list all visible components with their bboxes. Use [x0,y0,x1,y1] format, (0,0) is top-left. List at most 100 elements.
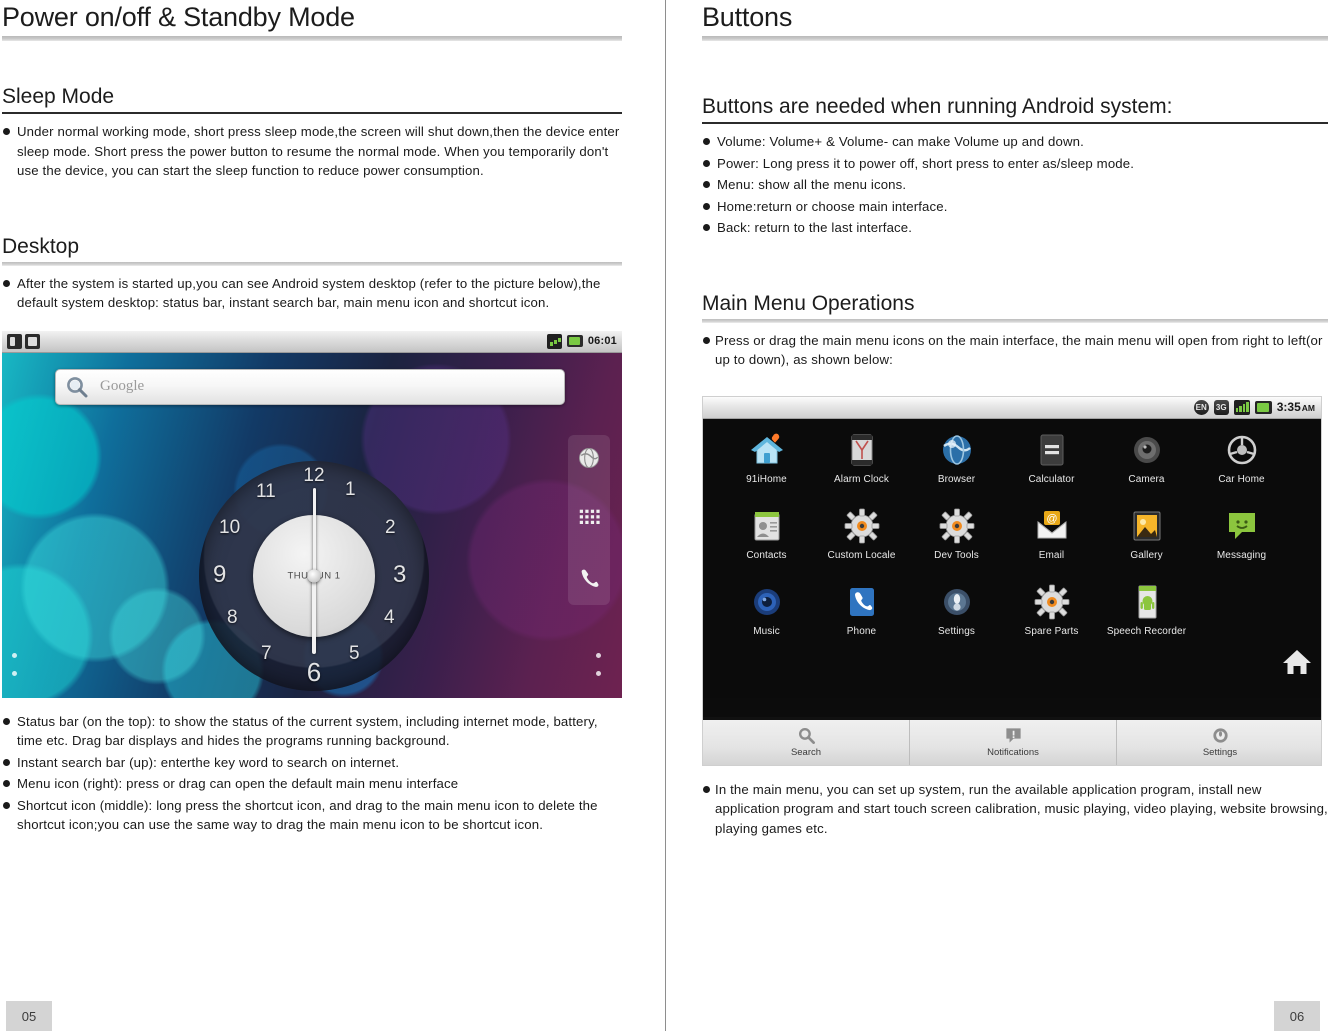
list-item: Home:return or choose main interface. [702,197,1328,217]
app-label: Music [753,625,780,637]
clock-numeral: 5 [349,642,360,664]
home-dock [568,434,610,605]
main-menu-bullet-list: Press or drag the main menu icons on the… [702,331,1328,370]
bottom-bar-label: Notifications [987,747,1039,758]
photo-icon [1127,506,1167,546]
usb-icon [7,333,22,349]
status-bar-time: 06:01 [587,335,617,347]
search-placeholder: Google [100,378,145,394]
clock-widget[interactable]: 12 1 2 3 4 5 6 7 8 9 10 11 THU JUN 1 [199,460,429,691]
app-item-contacts[interactable]: Contacts [719,506,814,582]
list-item: Status bar (on the top): to show the sta… [2,712,622,751]
bottom-bar-settings[interactable]: Settings [1117,720,1321,765]
app-label: Dev Tools [934,549,979,561]
page-indicator-right [596,645,612,676]
app-label: Messaging [1216,549,1267,561]
network-3g-icon: 3G [1213,399,1229,415]
list-item: Shortcut icon (middle): long press the s… [2,796,622,835]
signal-icon [1233,399,1250,415]
page-indicator-left [12,645,28,676]
house-icon [747,430,787,470]
page-title: Power on/off & Standby Mode [2,2,355,32]
bottom-bar-notifications[interactable]: Notifications [910,719,1117,765]
envelope-icon: @ [1032,506,1072,546]
app-item-browser[interactable]: Browser [909,430,1004,506]
app-item-speech-recorder[interactable]: Speech Recorder [1099,582,1194,658]
manual-page-spread: Power on/off & Standby Mode Sleep Mode U… [0,0,1330,1031]
list-item: Under normal working mode, short press s… [2,122,622,181]
page-number-right: 06 [1274,1001,1320,1031]
search-magnifier-icon [798,727,815,744]
phone-icon [842,582,882,622]
clock-numeral: 9 [213,560,227,588]
app-label: Car Home [1218,473,1265,485]
list-item: Menu: show all the menu icons. [702,175,1328,195]
app-item-messaging[interactable]: Messaging [1194,506,1289,582]
globe-icon [937,430,977,470]
app-item-custom-locale[interactable]: Custom Locale [814,506,909,582]
app-item-spare-parts[interactable]: Spare Parts [1004,582,1099,658]
app-item-camera[interactable]: Camera [1099,430,1194,506]
app-label: Gallery [1130,549,1163,561]
list-item: After the system is started up,you can s… [2,274,622,313]
page-number-left: 05 [6,1001,52,1031]
home-wallpaper: Google 12 1 2 3 4 5 6 7 8 9 10 11 THU JU… [2,352,622,698]
app-grid-row: Music Phone Settings Spare Parts Speech … [719,582,1307,658]
app-item-gallery[interactable]: Gallery [1099,506,1194,582]
app-item-alarm-clock[interactable]: Alarm Clock [814,430,909,506]
battery-icon [566,335,583,347]
clock-numeral: 10 [219,516,241,538]
app-label: Camera [1128,473,1165,485]
bottom-bar-search[interactable]: Search [703,719,910,765]
google-search-widget[interactable]: Google [55,368,565,405]
app-label: 91iHome [746,473,787,485]
app-label: Contacts [746,549,787,561]
app-item-music[interactable]: Music [719,582,814,658]
app-label: Calculator [1028,473,1075,485]
alarm-clock-icon [842,430,882,470]
list-item: Volume: Volume+ & Volume- can make Volum… [702,132,1328,152]
home-icon[interactable] [1281,646,1313,678]
clock-hour-hand [312,575,316,654]
app-label: Phone [846,625,877,637]
clock-numeral: 6 [306,656,322,687]
phone-icon[interactable] [574,563,604,593]
browser-globe-icon[interactable] [574,443,604,473]
app-item-phone[interactable]: Phone [814,582,909,658]
clock-numeral: 11 [256,480,276,502]
list-item: In the main menu, you can set up system,… [702,780,1328,839]
speaker-icon [747,582,787,622]
list-item: Instant search bar (up): enterthe key wo… [2,753,622,773]
bottom-bar-label: Settings [1202,747,1238,758]
svg-text:@: @ [1046,513,1057,525]
clock-numeral: 7 [261,642,272,664]
search-magnifier-icon [67,376,88,397]
desktop-bullet-list: After the system is started up,you can s… [2,274,622,313]
notification-icon [1005,728,1021,743]
status-bar-time: 3:35AM [1276,400,1315,414]
settings-dial-icon [937,582,977,622]
right-page-column: Buttons Buttons are needed when running … [702,0,1330,838]
app-grid-row: Contacts Custom Locale Dev Tools @ Email… [719,506,1307,582]
left-page-column: Power on/off & Standby Mode Sleep Mode U… [0,0,640,837]
column-divider [665,0,666,1031]
app-item-calculator[interactable]: Calculator [1004,430,1099,506]
app-label: Alarm Clock [834,473,889,485]
list-item: Press or drag the main menu icons on the… [702,331,1328,370]
clock-minute-hand [312,487,316,576]
app-item-settings[interactable]: Settings [909,582,1004,658]
app-label: Custom Locale [827,549,896,561]
app-label: Speech Recorder [1106,625,1187,637]
app-drawer-grid-icon[interactable] [574,503,604,533]
app-item-email[interactable]: @ Email [1004,506,1099,582]
gear-icon [1032,582,1072,622]
drawer-bottom-bar: Search Notifications Settings [703,716,1321,765]
app-label: Email [1038,549,1065,561]
app-item-91ihome[interactable]: 91iHome [719,430,814,506]
app-item-dev-tools[interactable]: Dev Tools [909,506,1004,582]
app-label: Browser [937,473,976,485]
android-card-icon [1127,582,1167,622]
page-title: Buttons [702,2,793,32]
app-item-car-home[interactable]: Car Home [1194,430,1289,506]
desktop-elements-bullet-list: Status bar (on the top): to show the sta… [2,712,622,835]
